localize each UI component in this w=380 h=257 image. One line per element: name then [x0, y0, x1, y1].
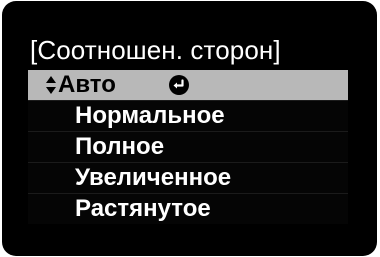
menu-title: [Соотношен. сторон]: [30, 35, 281, 65]
option-label: Нормальное: [75, 102, 225, 129]
aspect-ratio-menu-window: [Соотношен. сторон] Авто Нормальное Полн…: [2, 1, 377, 256]
option-auto[interactable]: Авто: [28, 70, 348, 100]
option-stretch[interactable]: Растянутое: [28, 194, 348, 224]
option-label: Авто: [58, 71, 116, 98]
aspect-ratio-options-list: Авто Нормальное Полное Увеличенное Растя…: [28, 70, 348, 224]
option-label: Растянутое: [75, 195, 211, 222]
option-zoom[interactable]: Увеличенное: [28, 163, 348, 193]
up-down-arrows-icon: [46, 76, 56, 94]
option-label: Увеличенное: [75, 164, 232, 191]
option-full[interactable]: Полное: [28, 132, 348, 162]
option-normal[interactable]: Нормальное: [28, 101, 348, 131]
enter-icon: [169, 75, 189, 95]
option-label: Полное: [75, 133, 165, 160]
